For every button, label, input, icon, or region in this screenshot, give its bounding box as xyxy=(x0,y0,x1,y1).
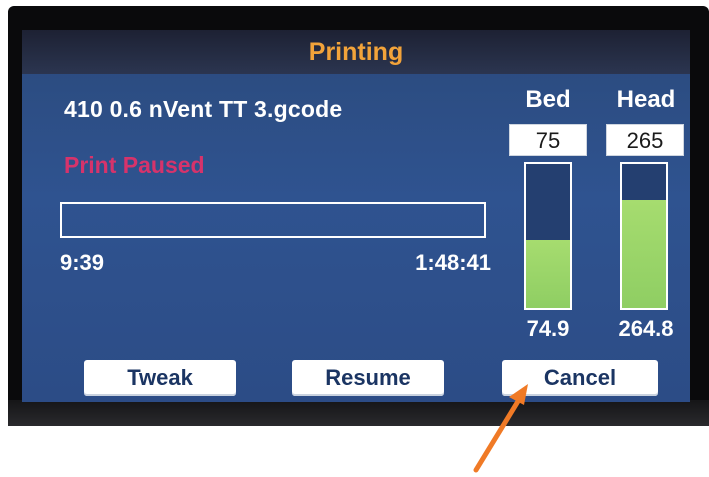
head-current-temp: 264.8 xyxy=(618,316,674,341)
elapsed-time: 9:39 xyxy=(60,250,105,275)
print-progress-bar xyxy=(60,202,486,238)
bed-target-input[interactable]: 75 xyxy=(509,124,587,156)
screen-title: Printing xyxy=(308,38,404,66)
tweak-button[interactable]: Tweak xyxy=(84,360,236,396)
print-status: Print Paused xyxy=(64,152,205,178)
remaining-time: 1:48:41 xyxy=(415,250,491,275)
device-bezel-bottom xyxy=(8,400,709,426)
bed-label: Bed xyxy=(525,86,571,113)
head-target-input[interactable]: 265 xyxy=(606,124,684,156)
cancel-button[interactable]: Cancel xyxy=(502,360,658,396)
bed-temp-gauge-fill xyxy=(526,240,570,308)
file-name: 410 0.6 nVent TT 3.gcode xyxy=(64,96,343,122)
bed-current-temp: 74.9 xyxy=(526,316,570,341)
head-label: Head xyxy=(616,86,676,113)
head-temp-gauge xyxy=(620,162,668,310)
printer-screen: Printing 410 0.6 nVent TT 3.gcode Print … xyxy=(22,30,690,402)
resume-button[interactable]: Resume xyxy=(292,360,444,396)
head-temp-gauge-fill xyxy=(622,200,666,308)
title-bar: Printing xyxy=(22,30,690,74)
bed-temp-gauge xyxy=(524,162,572,310)
